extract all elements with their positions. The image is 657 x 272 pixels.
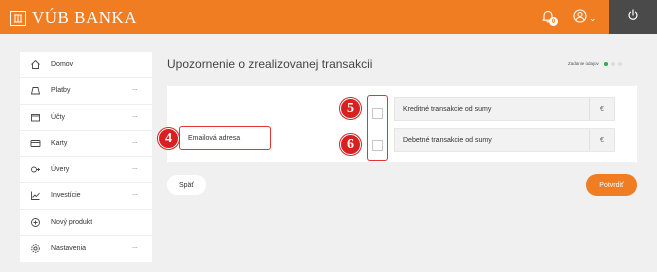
checkbox-highlight — [367, 95, 388, 161]
sidebar-item-investicie[interactable]: Investície ... — [20, 183, 152, 210]
power-icon — [627, 8, 639, 26]
plus-circle-icon — [30, 217, 41, 228]
payments-icon — [30, 85, 41, 96]
more-dots: ... — [132, 85, 138, 93]
progress-dots — [603, 61, 622, 66]
sidebar-item-label: Domov — [51, 61, 74, 69]
card-icon — [30, 138, 41, 149]
step-marker-6: 6 — [340, 134, 361, 155]
credit-amount-field[interactable]: Kreditné transakcie od sumy € — [394, 97, 615, 121]
step-marker-4: 4 — [158, 128, 179, 149]
more-dots: ... — [132, 164, 138, 171]
top-bar: VÚB BANKA 0 ⌄ — [0, 0, 657, 34]
vub-emblem-icon — [10, 10, 26, 26]
more-dots: ... — [132, 111, 138, 119]
email-field[interactable]: Emailová adresa — [179, 126, 271, 150]
data-entry-label: Zadanie údajov — [568, 61, 599, 66]
currency-euro: € — [589, 98, 614, 120]
step-marker-5: 5 — [340, 98, 361, 119]
sidebar-item-label: Nastavenia — [51, 245, 87, 253]
sidebar-item-karty[interactable]: Karty ... — [20, 131, 152, 157]
sidebar-item-novy-produkt[interactable]: Nový produkt — [20, 210, 152, 236]
home-icon — [30, 59, 41, 70]
user-icon — [573, 9, 587, 28]
chart-icon — [30, 190, 41, 201]
page-title: Upozornenie o zrealizovanej transakcii — [167, 57, 373, 71]
sidebar-item-label: Investície — [51, 192, 81, 200]
sidebar-nav: Domov Platby ... Účty ... Karty ... Úver… — [20, 52, 152, 262]
sidebar-item-label: Karty — [51, 139, 68, 147]
sidebar-item-domov[interactable]: Domov — [20, 52, 152, 79]
debit-checkbox[interactable] — [372, 140, 383, 151]
loan-icon — [30, 164, 41, 175]
debit-amount-label: Debetné transakcie od sumy — [403, 136, 492, 144]
sidebar-item-uvery[interactable]: Úvery ... — [20, 157, 152, 184]
user-menu[interactable]: ⌄ — [573, 9, 597, 28]
brand-name: VÚB BANKA — [32, 8, 138, 27]
currency-euro: € — [589, 129, 614, 151]
notification-badge: 0 — [549, 17, 558, 26]
vub-logo[interactable]: VÚB BANKA — [10, 8, 137, 28]
sidebar-item-label: Úvery — [51, 166, 70, 174]
gear-icon — [30, 243, 41, 254]
sidebar-item-nastavenia[interactable]: Nastavenia ... — [20, 236, 152, 262]
wallet-icon — [30, 112, 41, 123]
sidebar-item-ucty[interactable]: Účty ... — [20, 105, 152, 131]
back-button[interactable]: Späť — [167, 175, 206, 195]
progress-dot — [617, 61, 622, 66]
progress-dot-active — [603, 61, 608, 66]
sidebar-item-label: Účty — [51, 113, 65, 121]
debit-amount-field[interactable]: Debetné transakcie od sumy € — [394, 128, 615, 152]
sidebar-item-label: Platby — [51, 87, 71, 95]
sidebar-item-platby[interactable]: Platby ... — [20, 78, 152, 105]
confirm-button[interactable]: Potvrdiť — [586, 174, 637, 196]
more-dots: ... — [132, 137, 138, 145]
data-entry-indicator: Zadanie údajov — [568, 61, 622, 66]
credit-amount-label: Kreditné transakcie od sumy — [403, 105, 492, 113]
more-dots: ... — [132, 190, 138, 198]
more-dots: ... — [132, 242, 138, 250]
progress-dot — [610, 61, 615, 66]
sidebar-item-label: Nový produkt — [51, 218, 93, 226]
credit-checkbox[interactable] — [372, 108, 383, 119]
logout-button[interactable] — [609, 0, 657, 34]
chevron-down-icon: ⌄ — [589, 13, 597, 23]
